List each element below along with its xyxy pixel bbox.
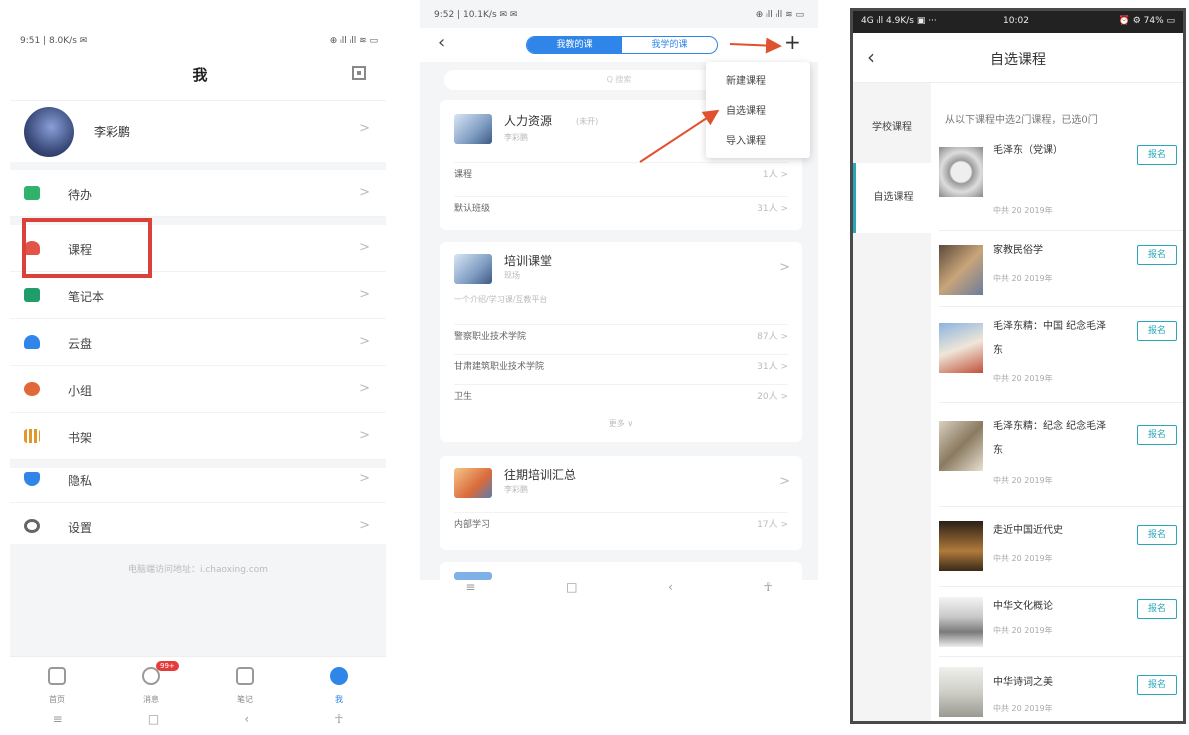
- enroll-button[interactable]: 报名: [1137, 675, 1177, 695]
- course-image: [939, 667, 983, 717]
- sidebar-item-elective-courses[interactable]: 自选课程: [853, 163, 931, 233]
- course-image: [939, 421, 983, 471]
- course-item[interactable]: 毛泽东（党课） 中共 20 2019年 报名: [939, 135, 1183, 231]
- course-name: 毛泽东精：中国 纪念毛泽东: [993, 321, 1107, 356]
- enroll-button[interactable]: 报名: [1137, 425, 1177, 445]
- page-title: 自选课程: [990, 52, 1046, 68]
- header: 自选课程 ‹: [853, 33, 1183, 83]
- course-item[interactable]: 毛泽东精：纪念 纪念毛泽东 中共 20 2019年 报名: [939, 403, 1183, 507]
- course-meta: 中共 20 2019年: [993, 704, 1053, 713]
- course-meta: 中共 20 2019年: [993, 554, 1053, 563]
- course-name: 走近中国近代史: [993, 525, 1063, 536]
- course-item[interactable]: 中华文化概论 中共 20 2019年 报名: [939, 587, 1183, 657]
- back-icon[interactable]: ‹: [867, 45, 875, 69]
- select-course-screen: 4G ᵢll 4.9K/s ▣ ··· 10:02 ⏰ ⚙ 74% ▭ 自选课程…: [850, 8, 1186, 724]
- course-name: 中华诗词之美: [993, 677, 1053, 688]
- course-meta: 中共 20 2019年: [993, 476, 1053, 485]
- course-image: [939, 323, 983, 373]
- arrow-to-select-course: [639, 109, 720, 163]
- course-image: [939, 147, 983, 197]
- enroll-button[interactable]: 报名: [1137, 245, 1177, 265]
- course-name: 毛泽东（党课）: [993, 145, 1063, 156]
- course-item[interactable]: 家教民俗学 中共 20 2019年 报名: [939, 231, 1183, 307]
- enroll-button[interactable]: 报名: [1137, 145, 1177, 165]
- category-sidebar: 学校课程 自选课程: [853, 83, 931, 721]
- course-item[interactable]: 中华诗词之美 中共 20 2019年 报名: [939, 657, 1183, 721]
- arrow-to-add: [729, 37, 782, 54]
- course-name: 中华文化概论: [993, 601, 1053, 612]
- enroll-button[interactable]: 报名: [1137, 525, 1177, 545]
- enroll-button[interactable]: 报名: [1137, 321, 1177, 341]
- course-item[interactable]: 毛泽东精：中国 纪念毛泽东 中共 20 2019年 报名: [939, 307, 1183, 403]
- course-image: [939, 597, 983, 647]
- course-name: 家教民俗学: [993, 245, 1043, 256]
- course-meta: 中共 20 2019年: [993, 626, 1053, 635]
- enroll-button[interactable]: 报名: [1137, 599, 1177, 619]
- selection-hint: 从以下课程中选2门课程，已选0门: [945, 115, 1098, 126]
- status-time: 10:02: [1003, 16, 1029, 26]
- sidebar-item-school-courses[interactable]: 学校课程: [853, 93, 931, 163]
- course-item[interactable]: 走近中国近代史 中共 20 2019年 报名: [939, 507, 1183, 587]
- course-meta: 中共 20 2019年: [993, 274, 1053, 283]
- course-name: 毛泽东精：纪念 纪念毛泽东: [993, 421, 1107, 456]
- course-image: [939, 521, 983, 571]
- course-image: [939, 245, 983, 295]
- course-meta: 中共 20 2019年: [993, 206, 1053, 215]
- status-bar: 4G ᵢll 4.9K/s ▣ ··· 10:02 ⏰ ⚙ 74% ▭: [853, 11, 1183, 33]
- course-meta: 中共 20 2019年: [993, 374, 1053, 383]
- status-left: 4G ᵢll 4.9K/s ▣ ···: [861, 16, 937, 26]
- status-right: ⏰ ⚙ 74% ▭: [1118, 16, 1175, 26]
